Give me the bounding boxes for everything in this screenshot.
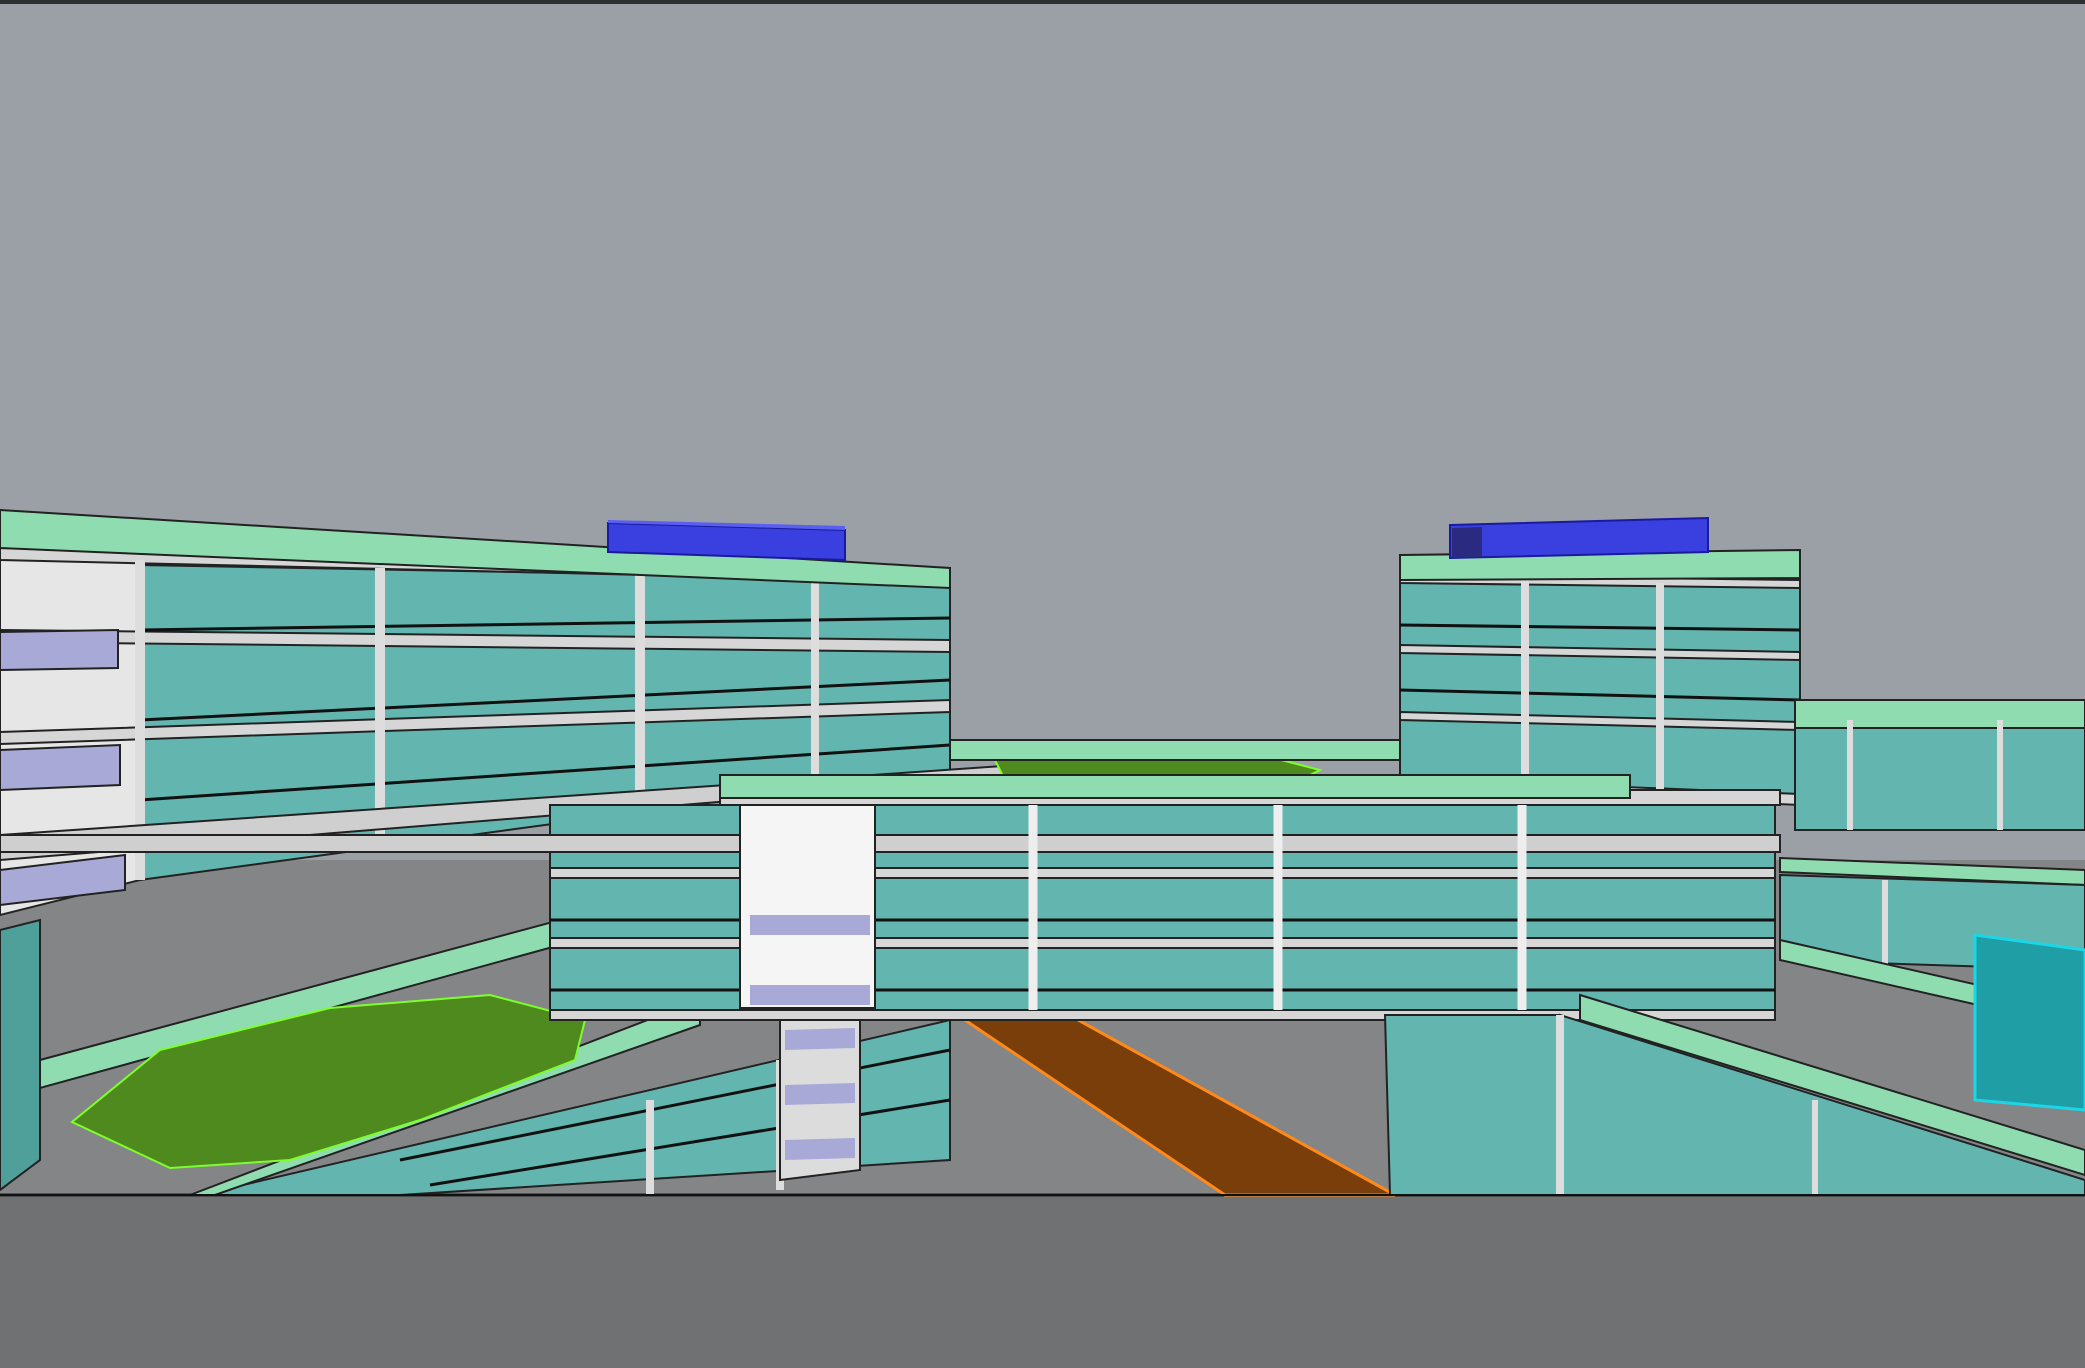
3d-viewport[interactable] xyxy=(0,0,2085,1368)
right-tower xyxy=(1399,516,1801,807)
building-model-render xyxy=(0,4,2085,1368)
viewport-bottom-band xyxy=(0,1195,2085,1368)
back-railing xyxy=(949,739,1401,761)
